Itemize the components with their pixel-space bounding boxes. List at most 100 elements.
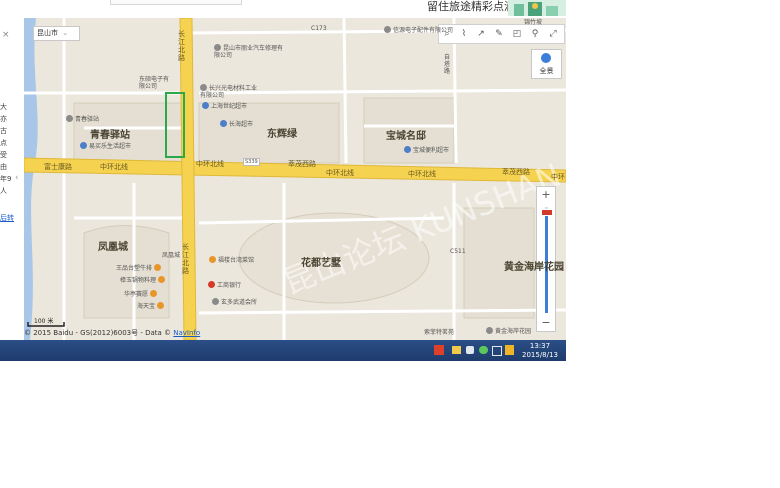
ruler-icon[interactable]: ⌇ bbox=[458, 28, 470, 40]
share-icon[interactable]: ↗ bbox=[475, 28, 487, 40]
restaurant-icon bbox=[150, 290, 158, 297]
poi-icon bbox=[384, 26, 391, 33]
supermarket-icon bbox=[220, 120, 227, 127]
panorama-button[interactable]: 全景 bbox=[531, 49, 562, 79]
poi-label[interactable]: 昆山市丽业汽车修理有限公司 bbox=[214, 44, 284, 59]
poi-label[interactable]: 索菲特茗苑 bbox=[424, 327, 454, 336]
zoom-slider-thumb[interactable] bbox=[541, 209, 553, 217]
close-icon[interactable]: × bbox=[2, 30, 10, 40]
poi-label[interactable]: 凤凰城 bbox=[162, 250, 180, 259]
restaurant-icon bbox=[154, 264, 162, 271]
poi-label[interactable]: 樟玉锅物料理 bbox=[120, 275, 167, 284]
road-label: 自塔路 bbox=[444, 54, 451, 75]
poi-label[interactable]: 玄多武道会所 bbox=[212, 297, 257, 306]
banner-text: 留住旅途精彩点滴 bbox=[427, 0, 515, 13]
poi-label[interactable]: 青春驿站 bbox=[66, 114, 99, 123]
app-tray-icon[interactable] bbox=[434, 345, 444, 355]
poi-icon bbox=[200, 84, 207, 91]
poi-label[interactable]: 福楼台湾菜馆 bbox=[209, 255, 254, 264]
poi-label[interactable]: 黄金海岸花园 bbox=[486, 326, 531, 335]
supermarket-icon bbox=[404, 146, 411, 153]
panel-text-line: 年9 bbox=[0, 175, 12, 183]
folder-tray-icon[interactable] bbox=[452, 346, 461, 354]
poi-label[interactable]: 东硕电子有限公司 bbox=[139, 76, 171, 90]
notification-icon[interactable] bbox=[505, 345, 514, 355]
taskbar: 13:37 2015/8/13 bbox=[0, 340, 566, 361]
road-label: 萃茂西路 bbox=[288, 160, 316, 168]
map-view[interactable]: 昆山论坛 KUNSHAN BBS 昆山市 ⌄ ⌕ ⌇ ↗ ✎ ◰ ⚲ ⤢ 全景 … bbox=[24, 18, 566, 340]
pin-icon[interactable]: ⚲ bbox=[529, 28, 541, 40]
changjiang-road bbox=[179, 18, 197, 340]
poi-label[interactable]: 宝城便利超市 bbox=[404, 145, 449, 154]
panel-text-line: 人 bbox=[0, 187, 7, 195]
poi-label[interactable]: 上海世纪超市 bbox=[202, 101, 247, 110]
district-label: 宝城名邸 bbox=[386, 131, 426, 142]
poi-label: 锦竹坡 bbox=[524, 19, 543, 26]
panorama-label: 全景 bbox=[539, 67, 554, 75]
road-label: 长江北路 bbox=[182, 243, 189, 275]
poi-label[interactable]: 长兴光电材料工业有限公司 bbox=[200, 84, 260, 99]
system-clock[interactable]: 13:37 2015/8/13 bbox=[522, 342, 558, 360]
district-label: 东辉绿 bbox=[267, 129, 297, 140]
poi-icon bbox=[214, 44, 221, 51]
bank-icon bbox=[208, 281, 215, 288]
panel-text-line: 古 bbox=[0, 127, 7, 135]
copyright-text: © 2015 Baidu - GS(2012)6003号 - Data © Na… bbox=[24, 329, 201, 337]
poi-label[interactable]: 易买乐生活超市 bbox=[80, 141, 131, 150]
clock-date: 2015/8/13 bbox=[522, 351, 558, 359]
clock-time: 13:37 bbox=[529, 342, 551, 350]
road-label: 中环 bbox=[551, 173, 565, 181]
speaker-icon[interactable] bbox=[466, 346, 474, 354]
district-label: 花都艺墅 bbox=[301, 258, 341, 269]
network-icon[interactable] bbox=[492, 346, 502, 356]
poi-icon bbox=[486, 327, 493, 334]
map-canvas: 昆山论坛 KUNSHAN BBS bbox=[24, 18, 566, 340]
highway-shield: S339 bbox=[243, 158, 260, 166]
panel-text-line: 大 bbox=[0, 103, 7, 111]
navinfo-link[interactable]: NavInfo bbox=[173, 329, 200, 337]
city-selector[interactable]: 昆山市 ⌄ bbox=[33, 26, 80, 41]
road-label: 中环北线 bbox=[196, 160, 224, 168]
panorama-pin-icon bbox=[541, 53, 551, 63]
road-label: 富士康路 bbox=[44, 163, 72, 171]
supermarket-icon bbox=[202, 102, 209, 109]
panel-text-line: 点 bbox=[0, 139, 7, 147]
road-label: 中环北线 bbox=[408, 170, 436, 178]
poi-label[interactable]: 长海超市 bbox=[220, 119, 253, 128]
fullscreen-icon[interactable]: ⤢ bbox=[547, 28, 559, 40]
search-box-fragment[interactable] bbox=[110, 0, 242, 5]
poi-label[interactable]: 工商银行 bbox=[208, 280, 241, 289]
road-label: 萃茂西路 bbox=[502, 168, 530, 176]
map-toolbar: ⌕ ⌇ ↗ ✎ ◰ ⚲ ⤢ bbox=[438, 24, 565, 44]
road-label: 长江北路 bbox=[178, 30, 185, 62]
poi-label[interactable]: 海天宝 bbox=[137, 301, 166, 310]
city-label: 昆山市 bbox=[37, 29, 58, 37]
river bbox=[24, 18, 38, 340]
chat-tray-icon[interactable] bbox=[479, 346, 488, 354]
road-label: C511 bbox=[450, 248, 466, 255]
zoom-in-button[interactable]: + bbox=[537, 187, 555, 203]
chevron-down-icon: ⌄ bbox=[62, 29, 69, 37]
panel-text-line: 受 bbox=[0, 151, 7, 159]
district-label: 青春驿站 bbox=[90, 130, 130, 141]
road-label: C173 bbox=[311, 25, 327, 32]
restaurant-icon bbox=[209, 256, 216, 263]
collapse-arrow-icon[interactable]: ‹ bbox=[15, 173, 19, 183]
left-panel: × 大 亦 古 点 受 由 年9 人 ‹ 后转 bbox=[0, 18, 25, 340]
panel-link[interactable]: 后转 bbox=[0, 213, 14, 223]
poi-icon bbox=[66, 115, 73, 122]
edit-icon[interactable]: ✎ bbox=[493, 28, 505, 40]
restaurant-icon bbox=[157, 302, 165, 309]
district-label: 黄金海岸花园 bbox=[504, 262, 564, 273]
poi-label[interactable]: 王品台塑牛排 bbox=[116, 263, 163, 272]
poi-label[interactable]: 信源电子配件有限公司 bbox=[384, 26, 454, 34]
restaurant-icon bbox=[158, 276, 166, 283]
supermarket-icon bbox=[80, 142, 87, 149]
panel-text-line: 亦 bbox=[0, 115, 7, 123]
poi-icon bbox=[212, 298, 219, 305]
road-label: 中环北线 bbox=[100, 163, 128, 171]
measure-icon[interactable]: ◰ bbox=[511, 28, 523, 40]
zoom-out-button[interactable]: − bbox=[537, 315, 555, 331]
poi-label[interactable]: 华亭赛愿 bbox=[124, 289, 159, 298]
road-label: 中环北线 bbox=[326, 169, 354, 177]
